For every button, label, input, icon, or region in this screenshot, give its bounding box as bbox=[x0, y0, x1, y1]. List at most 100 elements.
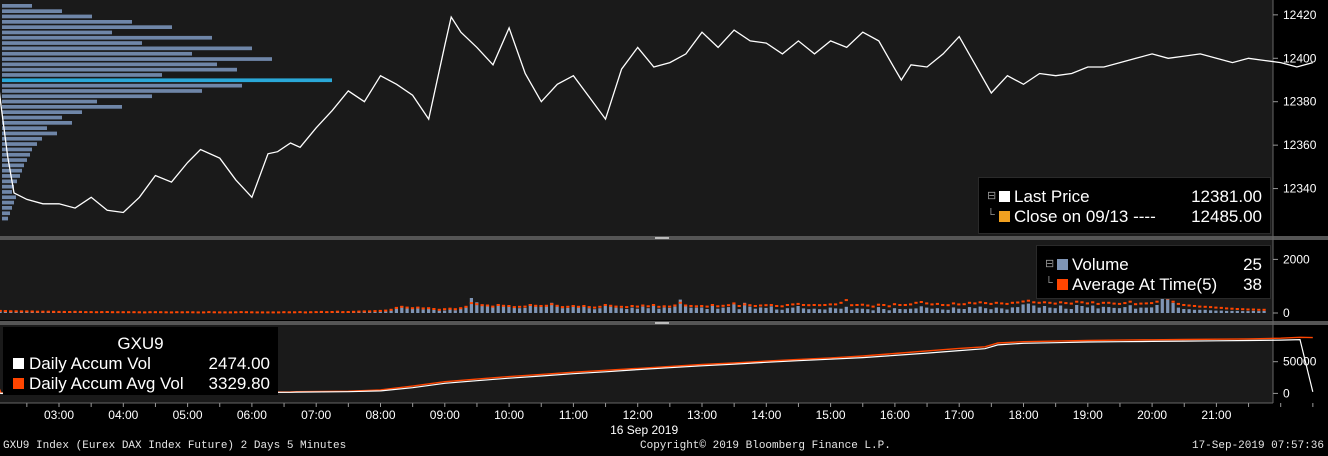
volume-bar bbox=[748, 306, 752, 313]
avg-marker bbox=[1059, 301, 1063, 304]
y-tick-label: 12380 bbox=[1283, 95, 1317, 109]
profile-bar bbox=[2, 195, 16, 200]
volume-bar bbox=[1144, 307, 1148, 313]
avg-marker bbox=[614, 305, 618, 308]
avg-marker bbox=[587, 306, 591, 309]
volume-bar bbox=[1053, 308, 1057, 313]
volume-bar bbox=[935, 308, 939, 313]
profile-bar bbox=[2, 206, 12, 210]
x-tick-label: 19:00 bbox=[1073, 408, 1103, 422]
avg-marker bbox=[143, 311, 147, 314]
avg-marker bbox=[1187, 304, 1191, 307]
volume-bar bbox=[1021, 304, 1025, 313]
volume-bar bbox=[732, 304, 736, 313]
avg-marker bbox=[485, 304, 490, 307]
avg-marker bbox=[1123, 302, 1127, 305]
avg-marker bbox=[512, 306, 516, 309]
volume-bar bbox=[469, 298, 473, 313]
avg-marker bbox=[0, 309, 2, 312]
avg-marker bbox=[421, 307, 425, 310]
splitter-handle-top[interactable] bbox=[655, 237, 669, 239]
avg-marker bbox=[1230, 307, 1234, 310]
avg-marker bbox=[689, 305, 693, 307]
volume-bar bbox=[1235, 310, 1239, 313]
avg-marker bbox=[9, 310, 13, 313]
volume-bar bbox=[1096, 308, 1100, 313]
volume-bar bbox=[860, 308, 864, 313]
volume-bar bbox=[443, 310, 447, 313]
splitter-handle-bottom[interactable] bbox=[655, 322, 669, 324]
avg-marker bbox=[1096, 302, 1100, 305]
volume-bar bbox=[1246, 311, 1250, 313]
volume-bar bbox=[678, 299, 682, 313]
volume-bar bbox=[823, 309, 827, 313]
profile-bar bbox=[2, 190, 12, 194]
avg-marker bbox=[496, 304, 500, 306]
avg-marker bbox=[469, 302, 473, 305]
volume-bar bbox=[405, 308, 409, 313]
volume-bar bbox=[903, 309, 907, 313]
avg-marker bbox=[501, 304, 506, 307]
volume-bar bbox=[491, 307, 495, 313]
avg-marker bbox=[748, 304, 752, 307]
y-tick-label: 2000 bbox=[1283, 252, 1310, 266]
avg-marker bbox=[244, 311, 248, 314]
tree-toggle-icon[interactable]: ⊟ bbox=[987, 189, 996, 202]
avg-marker bbox=[528, 304, 532, 306]
profile-bar bbox=[2, 30, 112, 35]
avg-marker bbox=[603, 304, 607, 306]
volume-bar bbox=[694, 307, 698, 313]
volume-bar bbox=[544, 306, 548, 313]
avg-marker bbox=[1257, 308, 1261, 311]
avg-marker bbox=[828, 303, 832, 306]
volume-bar bbox=[689, 307, 693, 313]
last-price-label: Last Price bbox=[1014, 187, 1090, 206]
avg-marker bbox=[303, 311, 307, 314]
volume-bar bbox=[587, 308, 591, 313]
profile-bar bbox=[2, 4, 32, 8]
volume-bar bbox=[501, 306, 506, 313]
volume-bar bbox=[855, 308, 859, 313]
volume-bar bbox=[769, 306, 773, 313]
x-tick-label: 06:00 bbox=[237, 408, 267, 422]
volume-bar bbox=[1182, 309, 1186, 313]
tree-toggle-icon[interactable]: ⊟ bbox=[1045, 257, 1054, 270]
avg-marker bbox=[721, 304, 725, 307]
volume-bar bbox=[801, 308, 806, 313]
profile-bar bbox=[2, 152, 30, 157]
avg-marker bbox=[1241, 308, 1245, 311]
volume-bar bbox=[1101, 306, 1105, 313]
avg-marker bbox=[892, 303, 897, 306]
avg-marker bbox=[823, 304, 827, 306]
avg-marker bbox=[555, 304, 559, 307]
profile-bar bbox=[2, 25, 172, 29]
avg-marker bbox=[673, 304, 677, 307]
avg-marker bbox=[769, 304, 773, 306]
avg-marker bbox=[994, 301, 998, 304]
avg-marker bbox=[544, 304, 548, 307]
avg-marker bbox=[973, 302, 977, 305]
avg-marker bbox=[1080, 301, 1084, 304]
avg-marker bbox=[609, 304, 613, 307]
volume-bar bbox=[1171, 302, 1175, 313]
avg-marker bbox=[1128, 300, 1132, 303]
x-tick-label: 14:00 bbox=[751, 408, 781, 422]
avg-marker bbox=[475, 303, 479, 306]
volume-bar bbox=[898, 309, 902, 313]
avg-marker bbox=[196, 311, 200, 314]
profile-bar bbox=[2, 46, 252, 51]
volume-bar bbox=[512, 307, 516, 313]
avg-marker bbox=[1214, 306, 1218, 309]
profile-bar bbox=[2, 89, 202, 93]
profile-bar bbox=[2, 168, 22, 173]
avg-marker bbox=[1069, 302, 1073, 305]
volume-bar bbox=[957, 308, 961, 313]
avg-marker bbox=[935, 302, 939, 305]
volume-bar bbox=[1075, 305, 1079, 313]
avg-swatch bbox=[1057, 279, 1068, 290]
avg-marker bbox=[330, 311, 334, 313]
avg-marker bbox=[335, 310, 340, 313]
profile-bar bbox=[2, 35, 212, 40]
avg-marker bbox=[137, 311, 141, 314]
x-tick-label: 20:00 bbox=[1137, 408, 1167, 422]
